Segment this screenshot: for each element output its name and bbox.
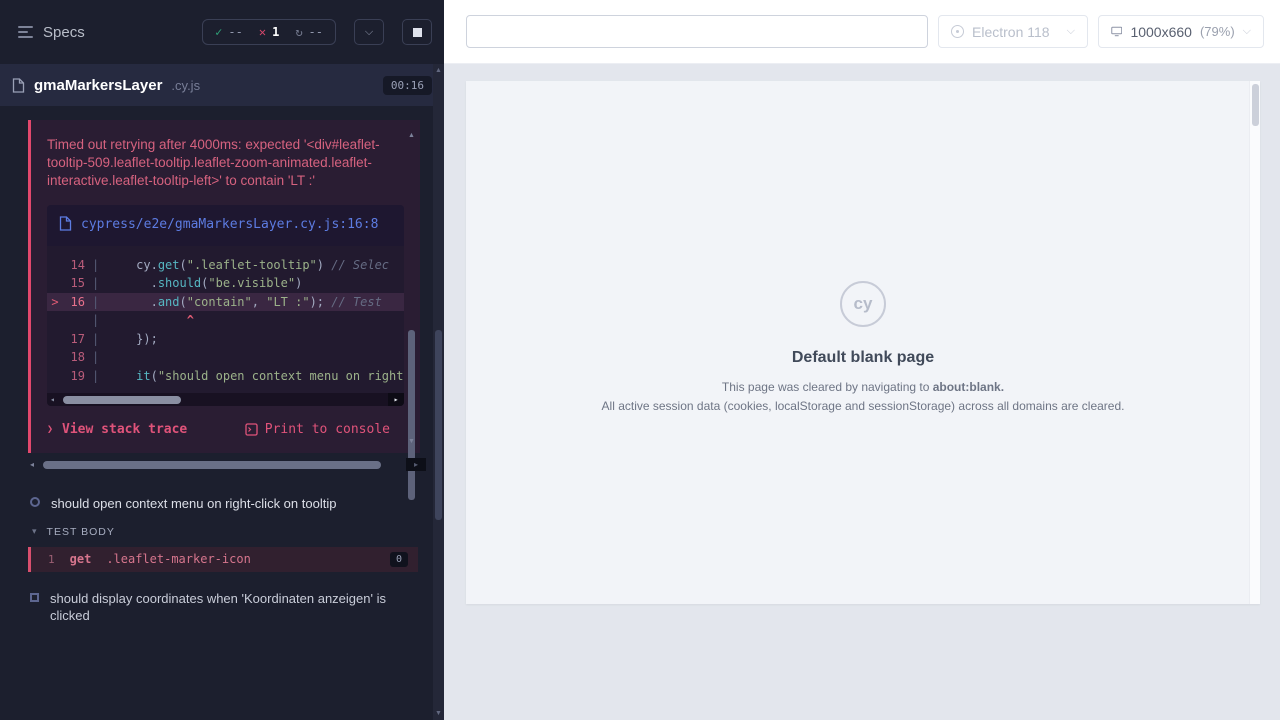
browser-select-dropdown[interactable]: Electron 118 ⌵	[938, 15, 1088, 48]
code-line: | ^	[47, 311, 404, 330]
command-number: 1	[48, 553, 55, 566]
reporter-body: Timed out retrying after 4000ms: expecte…	[0, 106, 444, 720]
command-count-badge: 0	[390, 552, 408, 567]
test-title: should display coordinates when 'Koordin…	[50, 590, 402, 625]
reporter-header: Specs ✓ -- ✕ 1 ↻ -- ⌵	[0, 0, 444, 64]
test-list: should open context menu on right-click …	[0, 487, 444, 631]
unrun-test-icon	[30, 593, 39, 602]
aut-page: cy Default blank page This page was clea…	[466, 81, 1260, 604]
code-line: 14| cy.get(".leaflet-tooltip") // Selec	[47, 256, 404, 275]
page-vertical-scrollbar	[1249, 81, 1260, 604]
chevron-down-icon: ⌵	[1067, 25, 1075, 38]
test-item-pending[interactable]: should display coordinates when 'Koordin…	[0, 582, 444, 631]
test-stats: ✓ -- ✕ 1 ↻ --	[202, 19, 336, 45]
x-icon: ✕	[259, 25, 266, 39]
scrollbar-thumb[interactable]	[1252, 84, 1259, 126]
scroll-right-icon[interactable]: ▸	[406, 458, 426, 471]
spec-duration: 00:16	[383, 76, 432, 95]
command-message: .leaflet-marker-icon	[106, 552, 251, 566]
file-icon	[12, 78, 25, 93]
scroll-right-icon[interactable]: ▸	[388, 393, 404, 406]
code-line: 18|	[47, 348, 404, 367]
print-to-console-button[interactable]: Print to console	[245, 422, 390, 437]
sidebar-vertical-scrollbar: ▲ ▼	[433, 64, 444, 720]
code-line: >16| .and("contain", "LT :"); // Test	[47, 293, 404, 312]
specs-menu-icon[interactable]	[18, 26, 33, 38]
test-body-label: TEST BODY	[47, 526, 115, 538]
stop-button[interactable]	[402, 19, 432, 45]
scrollbar-thumb[interactable]	[435, 330, 442, 520]
test-title: should open context menu on right-click …	[51, 495, 336, 513]
stat-passed[interactable]: ✓ --	[215, 25, 243, 39]
blank-page-title: Default blank page	[466, 349, 1260, 367]
spec-bar[interactable]: gmaMarkersLayer .cy.js 00:16	[0, 64, 444, 106]
scroll-down-icon[interactable]: ▼	[433, 710, 444, 717]
pending-icon: ↻	[295, 25, 302, 39]
running-test-icon	[30, 497, 40, 507]
scrollbar-thumb[interactable]	[408, 330, 415, 500]
error-panel: Timed out retrying after 4000ms: expecte…	[28, 120, 420, 453]
code-frame-header[interactable]: cypress/e2e/gmaMarkersLayer.cy.js:16:8	[47, 205, 404, 246]
blank-page-message: cy Default blank page This page was clea…	[466, 81, 1260, 413]
console-icon	[245, 423, 258, 436]
scroll-up-icon[interactable]: ▲	[433, 67, 444, 74]
code-line: 17| });	[47, 330, 404, 349]
browser-url-bar: Electron 118 ⌵ 1000x660 (79%) ⌵	[444, 0, 1280, 64]
scroll-up-icon[interactable]: ▲	[407, 132, 416, 139]
blank-page-line1: This page was cleared by navigating to a…	[466, 380, 1260, 394]
aut-viewport-area: cy Default blank page This page was clea…	[444, 64, 1280, 720]
test-item-running[interactable]: should open context menu on right-click …	[0, 487, 444, 519]
chevron-down-icon: ⌵	[1243, 25, 1251, 38]
error-actions: ❯ View stack trace Print to console	[47, 422, 404, 437]
scroll-left-icon[interactable]: ◂	[50, 393, 55, 406]
about-blank-text: about:blank.	[933, 380, 1004, 394]
blank-page-line2: All active session data (cookies, localS…	[466, 399, 1260, 413]
code-horizontal-scrollbar: ◂ ▸	[47, 393, 404, 406]
spec-name: gmaMarkersLayer	[34, 77, 162, 94]
view-stack-trace-link[interactable]: ❯ View stack trace	[47, 422, 187, 437]
stop-icon	[413, 28, 422, 37]
scroll-down-icon[interactable]: ▼	[407, 438, 416, 445]
chevron-down-icon: ⌵	[365, 26, 373, 39]
error-vertical-scrollbar: ▲ ▼	[407, 132, 416, 445]
viewport-icon	[1111, 25, 1122, 38]
code-frame-file-link[interactable]: cypress/e2e/gmaMarkersLayer.cy.js:16:8	[81, 216, 378, 235]
scrollbar-thumb[interactable]	[63, 396, 181, 404]
viewport-scale: (79%)	[1200, 24, 1235, 39]
collapse-button[interactable]: ⌵	[354, 19, 384, 45]
stat-failed[interactable]: ✕ 1	[259, 25, 279, 39]
code-line: 19| it("should open context menu on righ…	[47, 367, 404, 386]
chevron-right-icon: ❯	[47, 424, 53, 435]
check-icon: ✓	[215, 25, 222, 39]
reporter-sidebar: Specs ✓ -- ✕ 1 ↻ -- ⌵ gmaMa	[0, 0, 444, 720]
scroll-left-icon[interactable]: ◂	[30, 458, 34, 471]
browser-label: Electron 118	[972, 24, 1050, 40]
reporter-horizontal-scrollbar: ◂ ▸	[30, 458, 420, 471]
code-line: 15| .should("be.visible")	[47, 274, 404, 293]
code-lines: 14| cy.get(".leaflet-tooltip") // Selec1…	[47, 246, 404, 390]
chevron-down-icon: ▾	[32, 526, 38, 537]
file-icon	[59, 216, 72, 231]
electron-icon	[951, 25, 964, 38]
command-name: get	[70, 552, 92, 566]
command-row[interactable]: 1 get .leaflet-marker-icon 0	[28, 547, 418, 572]
viewport-size: 1000x660	[1130, 24, 1192, 40]
spec-ext: .cy.js	[171, 78, 200, 93]
url-input[interactable]	[466, 15, 928, 48]
aut-pane: Electron 118 ⌵ 1000x660 (79%) ⌵ cy Defau…	[444, 0, 1280, 720]
stat-pending[interactable]: ↻ --	[295, 25, 323, 39]
viewport-dropdown[interactable]: 1000x660 (79%) ⌵	[1098, 15, 1264, 48]
cypress-logo: cy	[840, 281, 886, 327]
code-frame: cypress/e2e/gmaMarkersLayer.cy.js:16:8 1…	[47, 205, 404, 406]
specs-label: Specs	[43, 24, 85, 41]
scrollbar-thumb[interactable]	[43, 461, 381, 469]
error-message: Timed out retrying after 4000ms: expecte…	[47, 136, 404, 191]
test-body-header[interactable]: ▾ TEST BODY	[0, 519, 444, 545]
